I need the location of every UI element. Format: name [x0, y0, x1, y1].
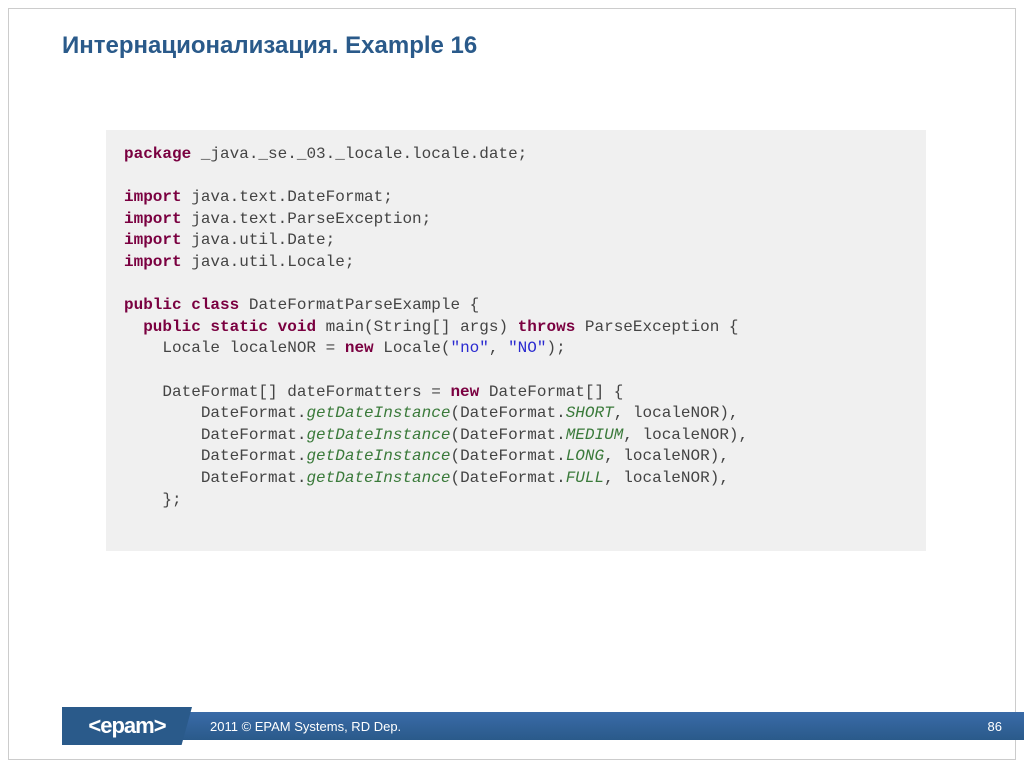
kw-static: static [210, 318, 268, 336]
line-b: (DateFormat. [450, 469, 565, 487]
logo-text: <epam> [88, 713, 165, 739]
const-full: FULL [566, 469, 604, 487]
line-a: DateFormat. [124, 447, 306, 465]
line-b: (DateFormat. [450, 426, 565, 444]
kw-import: import [124, 188, 182, 206]
footer-copyright: 2011 © EPAM Systems, RD Dep. [210, 719, 401, 734]
kw-throws: throws [518, 318, 576, 336]
kw-import: import [124, 231, 182, 249]
line-end: , localeNOR), [604, 447, 729, 465]
kw-class: class [191, 296, 239, 314]
class-name: DateFormatParseExample { [239, 296, 479, 314]
epam-logo: <epam> [62, 707, 192, 745]
code-block: package _java._se._03._locale.locale.dat… [106, 130, 926, 551]
kw-void: void [278, 318, 316, 336]
line-a: DateFormat. [124, 469, 306, 487]
kw-public: public [143, 318, 201, 336]
line-end: , localeNOR), [604, 469, 729, 487]
kw-public: public [124, 296, 182, 314]
locale-end: ); [546, 339, 565, 357]
locale-decl-a: Locale localeNOR = [124, 339, 345, 357]
line-a: DateFormat. [124, 404, 306, 422]
const-medium: MEDIUM [566, 426, 624, 444]
line-b: (DateFormat. [450, 404, 565, 422]
pkg-path: _java._se._03._locale.locale.date; [191, 145, 527, 163]
line-end: , localeNOR), [614, 404, 739, 422]
import-2: java.text.ParseException; [182, 210, 432, 228]
kw-new: new [345, 339, 374, 357]
import-1: java.text.DateFormat; [182, 188, 393, 206]
line-a: DateFormat. [124, 426, 306, 444]
import-3: java.util.Date; [182, 231, 336, 249]
str-NO: "NO" [508, 339, 546, 357]
throws-rest: ParseException { [575, 318, 738, 336]
comma: , [489, 339, 508, 357]
page-number: 86 [988, 719, 1002, 734]
locale-decl-b: Locale( [374, 339, 451, 357]
kw-package: package [124, 145, 191, 163]
method-call: getDateInstance [306, 447, 450, 465]
slide-title: Интернационализация. Example 16 [62, 32, 477, 60]
line-end: , localeNOR), [623, 426, 748, 444]
method-call: getDateInstance [306, 426, 450, 444]
kw-import: import [124, 210, 182, 228]
footer-bar [62, 712, 1024, 740]
import-4: java.util.Locale; [182, 253, 355, 271]
const-long: LONG [566, 447, 604, 465]
kw-new: new [450, 383, 479, 401]
method-call: getDateInstance [306, 469, 450, 487]
const-short: SHORT [566, 404, 614, 422]
arr-decl-b: DateFormat[] { [479, 383, 623, 401]
main-sig: main(String[] args) [316, 318, 518, 336]
line-b: (DateFormat. [450, 447, 565, 465]
kw-import: import [124, 253, 182, 271]
arr-decl-a: DateFormat[] dateFormatters = [124, 383, 450, 401]
method-call: getDateInstance [306, 404, 450, 422]
arr-close: }; [124, 491, 182, 509]
str-no: "no" [450, 339, 488, 357]
